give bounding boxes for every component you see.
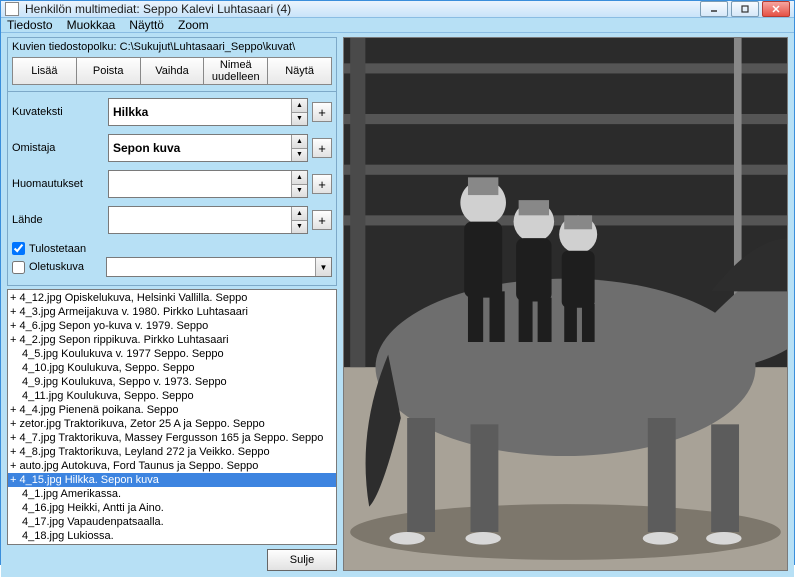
window-title: Henkilön multimediat: Seppo Kalevi Luhta… xyxy=(25,2,700,16)
file-list-item[interactable]: + zetor.jpg Traktorikuva, Zetor 25 A ja … xyxy=(8,417,336,431)
file-list-item[interactable]: + 4_7.jpg Traktorikuva, Massey Fergusson… xyxy=(8,431,336,445)
lahde-spinner[interactable]: ▲▼ xyxy=(291,207,307,233)
file-list-item[interactable]: 4_11.jpg Koulukuva, Seppo. Seppo xyxy=(8,389,336,403)
kuvateksti-input[interactable]: Hilkka ▲▼ xyxy=(108,98,308,126)
app-icon xyxy=(5,2,19,16)
file-list-item[interactable]: 4_9.jpg Koulukuva, Seppo v. 1973. Seppo xyxy=(8,375,336,389)
left-panel: Kuvien tiedostopolku: C:\Sukujut\Luhtasa… xyxy=(7,37,337,571)
path-label: Kuvien tiedostopolku: C:\Sukujut\Luhtasa… xyxy=(12,41,332,53)
file-list-item[interactable]: + 4_8.jpg Traktorikuva, Leyland 272 ja V… xyxy=(8,445,336,459)
window-controls xyxy=(700,1,790,17)
oletuskuva-combo[interactable]: ▼ xyxy=(106,257,332,277)
image-preview xyxy=(343,37,788,571)
menu-muokkaa[interactable]: Muokkaa xyxy=(67,18,116,32)
file-list-item[interactable]: + 4_2.jpg Sepon rippikuva. Pirkko Luhtas… xyxy=(8,333,336,347)
huomautukset-input[interactable]: ▲▼ xyxy=(108,170,308,198)
nayta-button[interactable]: Näytä xyxy=(268,58,331,84)
vaihda-button[interactable]: Vaihda xyxy=(141,58,205,84)
file-list-item[interactable]: 4_16.jpg Heikki, Antti ja Aino. xyxy=(8,501,336,515)
file-list-item[interactable]: 4_17.jpg Vapaudenpatsaalla. xyxy=(8,515,336,529)
file-list-item[interactable]: 4_5.jpg Koulukuva v. 1977 Seppo. Seppo xyxy=(8,347,336,361)
menu-naytto[interactable]: Näyttö xyxy=(129,18,164,32)
oletuskuva-label: Oletuskuva xyxy=(29,261,84,273)
kuvateksti-add-button[interactable]: + xyxy=(312,102,332,122)
lahde-label: Lähde xyxy=(12,214,108,226)
file-list-item[interactable]: + 4_6.jpg Sepon yo-kuva v. 1979. Seppo xyxy=(8,319,336,333)
lahde-add-button[interactable]: + xyxy=(312,210,332,230)
photo xyxy=(344,38,787,570)
content-area: Kuvien tiedostopolku: C:\Sukujut\Luhtasa… xyxy=(1,33,794,577)
sulje-button[interactable]: Sulje xyxy=(267,549,337,571)
tulostetaan-checkbox[interactable] xyxy=(12,242,25,255)
nimea-button[interactable]: Nimeä uudelleen xyxy=(204,58,268,84)
minimize-button[interactable] xyxy=(700,1,728,17)
file-list-item[interactable]: 4_18.jpg Lukiossa. xyxy=(8,529,336,543)
poista-button[interactable]: Poista xyxy=(77,58,141,84)
lisaa-button[interactable]: Lisää xyxy=(13,58,77,84)
kuvateksti-value: Hilkka xyxy=(113,105,148,119)
fields-panel: Kuvateksti Hilkka ▲▼ + Omistaja Sepon ku… xyxy=(7,92,337,286)
kuvateksti-label: Kuvateksti xyxy=(12,106,108,118)
toolbar: Lisää Poista Vaihda Nimeä uudelleen Näyt… xyxy=(12,57,332,85)
kuvateksti-spinner[interactable]: ▲▼ xyxy=(291,99,307,125)
file-list-item[interactable]: + auto.jpg Autokuva, Ford Taunus ja Sepp… xyxy=(8,459,336,473)
file-list-item[interactable]: 4_1.jpg Amerikassa. xyxy=(8,487,336,501)
file-list[interactable]: + 4_12.jpg Opiskelukuva, Helsinki Vallil… xyxy=(7,289,337,545)
huomautukset-spinner[interactable]: ▲▼ xyxy=(291,171,307,197)
lahde-input[interactable]: ▲▼ xyxy=(108,206,308,234)
path-toolbar-box: Kuvien tiedostopolku: C:\Sukujut\Luhtasa… xyxy=(7,37,337,92)
file-list-item[interactable]: + 4_4.jpg Pienenä poikana. Seppo xyxy=(8,403,336,417)
huomautukset-label: Huomautukset xyxy=(12,178,108,190)
file-list-item[interactable]: + 4_3.jpg Armeijakuva v. 1980. Pirkko Lu… xyxy=(8,305,336,319)
omistaja-label: Omistaja xyxy=(12,142,108,154)
app-window: Henkilön multimediat: Seppo Kalevi Luhta… xyxy=(0,0,795,565)
menu-zoom[interactable]: Zoom xyxy=(178,18,209,32)
omistaja-value: Sepon kuva xyxy=(113,141,180,155)
close-button[interactable] xyxy=(762,1,790,17)
omistaja-input[interactable]: Sepon kuva ▲▼ xyxy=(108,134,308,162)
maximize-button[interactable] xyxy=(731,1,759,17)
chevron-down-icon[interactable]: ▼ xyxy=(315,258,331,276)
omistaja-add-button[interactable]: + xyxy=(312,138,332,158)
omistaja-spinner[interactable]: ▲▼ xyxy=(291,135,307,161)
menu-tiedosto[interactable]: Tiedosto xyxy=(7,18,53,32)
file-list-item[interactable]: + 4_15.jpg Hilkka. Sepon kuva xyxy=(8,473,336,487)
menubar: Tiedosto Muokkaa Näyttö Zoom xyxy=(1,18,794,33)
file-list-item[interactable]: 4_10.jpg Koulukuva, Seppo. Seppo xyxy=(8,361,336,375)
oletuskuva-checkbox[interactable] xyxy=(12,261,25,274)
tulostetaan-label: Tulostetaan xyxy=(29,243,86,255)
titlebar: Henkilön multimediat: Seppo Kalevi Luhta… xyxy=(1,1,794,18)
huomautukset-add-button[interactable]: + xyxy=(312,174,332,194)
file-list-item[interactable]: + 4_12.jpg Opiskelukuva, Helsinki Vallil… xyxy=(8,291,336,305)
